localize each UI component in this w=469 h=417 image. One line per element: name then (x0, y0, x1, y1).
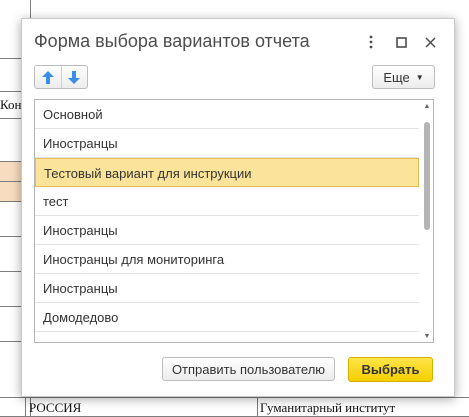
close-icon[interactable] (420, 31, 440, 53)
more-button-label: Еще (383, 69, 410, 85)
list-item[interactable]: Иностранцы (35, 274, 419, 303)
arrow-up-icon (41, 70, 54, 84)
select-button[interactable]: Выбрать (348, 357, 433, 382)
move-down-button[interactable] (60, 66, 88, 88)
chevron-down-icon: ▼ (415, 72, 424, 82)
background-cell-country: РОССИЯ (29, 400, 82, 415)
list-item[interactable]: тест (35, 187, 419, 216)
dialog-title: Форма выбора вариантов отчета (34, 31, 310, 51)
list-item[interactable]: Иностранцы для мониторинга (35, 245, 419, 274)
more-button[interactable]: Еще ▼ (372, 65, 435, 89)
list-item[interactable]: Отчет для Ща6№60 (35, 332, 419, 342)
list-item[interactable]: Иностранцы (35, 129, 419, 158)
background-grid-line (0, 397, 469, 398)
list-item-selected[interactable]: Тестовый вариант для инструкции (35, 158, 419, 187)
list-scrollbar[interactable]: ▲ ▼ (421, 100, 433, 342)
variant-selection-dialog: Форма выбора вариантов отчета Еще ▼ Осно… (21, 18, 455, 397)
move-buttons-group (34, 65, 88, 89)
list-item[interactable]: Иностранцы (35, 216, 419, 245)
arrow-down-icon (68, 70, 81, 84)
background-grid-line (25, 395, 26, 417)
variants-list[interactable]: Основной Иностранцы Тестовый вариант для… (34, 99, 434, 343)
background-cell-text: Кон (0, 97, 22, 112)
scroll-up-icon[interactable]: ▲ (423, 102, 431, 110)
maximize-icon[interactable] (391, 31, 411, 53)
background-grid-line (257, 395, 258, 417)
list-item[interactable]: Основной (35, 100, 419, 129)
list-item[interactable]: Домодедово (35, 303, 419, 332)
move-up-button[interactable] (35, 66, 61, 88)
more-options-icon[interactable] (361, 31, 381, 53)
scroll-down-icon[interactable]: ▼ (423, 332, 431, 340)
background-cell-institute: Гуманитарный институт (260, 400, 396, 415)
send-to-user-button[interactable]: Отправить пользователю (162, 357, 335, 381)
scroll-thumb[interactable] (424, 122, 430, 230)
